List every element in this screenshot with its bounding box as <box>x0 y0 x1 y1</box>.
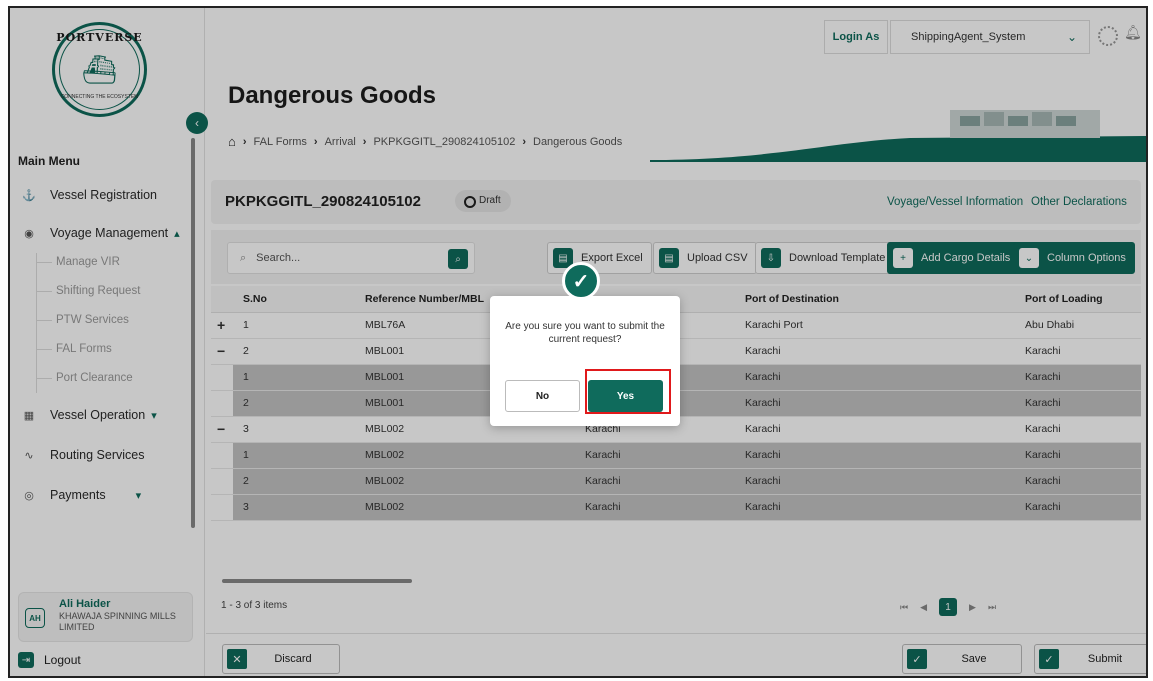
dialog-message: Are you sure you want to submit the curr… <box>505 321 665 345</box>
highlight-box <box>585 369 671 414</box>
app-window: PORTVERSE ⛴ CONNECTING THE ECOSYSTEM Mai… <box>8 6 1148 678</box>
no-button[interactable]: No <box>505 380 580 412</box>
check-circle-icon: ✓ <box>562 262 600 300</box>
